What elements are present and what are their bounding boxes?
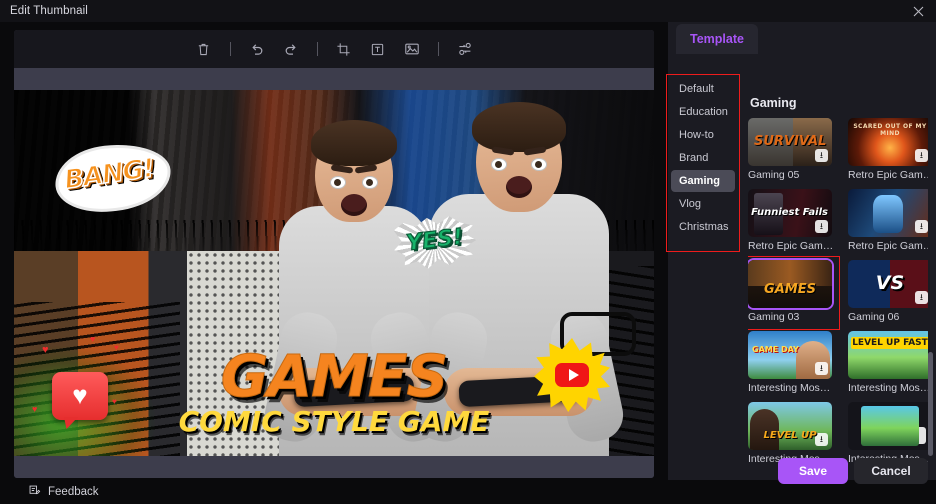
download-icon[interactable]: ⭳ xyxy=(815,433,828,446)
template-thumbnail: ⭳ xyxy=(748,402,832,450)
redo-tool[interactable] xyxy=(274,35,308,63)
template-card[interactable]: ⭳ Retro Epic Games... xyxy=(848,189,928,252)
feedback-button[interactable]: Feedback xyxy=(28,482,99,502)
toolbar-divider xyxy=(316,42,318,56)
template-card[interactable]: ⭳ Gaming 05 xyxy=(748,118,836,181)
download-icon[interactable]: ⭳ xyxy=(915,291,928,304)
editor-area: BANG! YES! ♥ ♥ ♥ ♥ ♥ ♥ GAMES COMIC STYLE… xyxy=(0,22,660,480)
toolbar-divider xyxy=(229,42,231,56)
crop-tool[interactable] xyxy=(327,35,361,63)
template-label: Interesting Mosai... xyxy=(848,382,928,394)
template-label: Gaming 03 xyxy=(748,311,800,323)
template-card[interactable]: ⭳ Interesting Mosai... xyxy=(748,402,836,465)
artboard-top-strip xyxy=(14,68,654,90)
delete-tool[interactable] xyxy=(187,35,221,63)
canvas-container: BANG! YES! ♥ ♥ ♥ ♥ ♥ ♥ GAMES COMIC STYLE… xyxy=(14,30,654,478)
template-grid: ⭳ Gaming 05 ⭳ Retro Epic Games... ⭳ Retr… xyxy=(748,118,928,465)
template-label: Retro Epic Games... xyxy=(748,240,836,252)
template-card[interactable]: ⭳ Retro Epic Games... xyxy=(748,189,836,252)
template-label: Retro Epic Games... xyxy=(848,240,928,252)
template-thumbnail: ⭳ xyxy=(748,189,832,237)
download-icon[interactable]: ⭳ xyxy=(815,220,828,233)
category-item-education[interactable]: Education xyxy=(671,101,735,123)
template-thumbnail: ⭳ xyxy=(848,189,928,237)
download-icon[interactable]: ⭳ xyxy=(815,362,828,375)
feedback-label: Feedback xyxy=(48,486,99,498)
template-card-selected[interactable]: Gaming 03 xyxy=(748,256,840,330)
template-scrollbar[interactable] xyxy=(928,352,933,456)
template-thumbnail xyxy=(748,260,832,308)
category-list: Default Education How-to Brand Gaming Vl… xyxy=(666,74,740,252)
feedback-icon xyxy=(28,484,41,500)
title-bar: Edit Thumbnail xyxy=(0,0,936,22)
template-thumbnail: ⭳ xyxy=(848,118,928,166)
save-button[interactable]: Save xyxy=(778,458,848,484)
artboard-bottom-strip xyxy=(14,456,654,478)
editor-toolbar xyxy=(14,30,654,68)
template-card[interactable]: ⭳ Interesting Mosai... xyxy=(848,402,928,465)
template-label: Gaming 05 xyxy=(748,169,800,181)
tab-template[interactable]: Template xyxy=(676,24,758,54)
template-thumbnail: ⭳ xyxy=(848,260,928,308)
thumbnail-image: BANG! YES! ♥ ♥ ♥ ♥ ♥ ♥ GAMES COMIC STYLE… xyxy=(14,90,654,456)
category-item-christmas[interactable]: Christmas xyxy=(671,216,735,238)
category-item-gaming[interactable]: Gaming xyxy=(671,170,735,192)
template-card[interactable]: Interesting Mosai... xyxy=(848,331,928,394)
category-item-vlog[interactable]: Vlog xyxy=(671,193,735,215)
template-thumbnail: ⭳ xyxy=(748,331,832,379)
template-thumbnail xyxy=(848,331,928,379)
download-icon[interactable]: ⭳ xyxy=(815,149,828,162)
template-card[interactable]: ⭳ Retro Epic Games... xyxy=(848,118,928,181)
template-card[interactable]: ⭳ Interesting Mosai... xyxy=(748,331,836,394)
sticker-yes[interactable]: YES! xyxy=(389,211,481,275)
panel-tab-bar: Template xyxy=(668,22,936,56)
category-item-how-to[interactable]: How-to xyxy=(671,124,735,146)
close-icon[interactable] xyxy=(908,2,928,20)
subline-text[interactable]: COMIC STYLE GAME xyxy=(14,405,654,438)
headline-text[interactable]: GAMES xyxy=(14,346,654,405)
heart-icon: ♥ xyxy=(90,334,96,344)
sticker-bang[interactable]: BANG! xyxy=(55,142,171,214)
toolbar-divider xyxy=(437,42,439,56)
replace-media-icon[interactable] xyxy=(448,35,482,63)
image-tool[interactable] xyxy=(395,35,429,63)
template-label: Retro Epic Games... xyxy=(848,169,928,181)
template-thumbnail: ⭳ xyxy=(748,118,832,166)
template-grid-area: Gaming ⭳ Gaming 05 ⭳ Retro Epic Games...… xyxy=(748,74,928,480)
undo-tool[interactable] xyxy=(240,35,274,63)
thumbnail-artboard[interactable]: BANG! YES! ♥ ♥ ♥ ♥ ♥ ♥ GAMES COMIC STYLE… xyxy=(14,68,654,478)
window-title: Edit Thumbnail xyxy=(10,5,88,17)
download-icon[interactable]: ⭳ xyxy=(915,149,928,162)
category-item-brand[interactable]: Brand xyxy=(671,147,735,169)
template-label: Interesting Mosai... xyxy=(748,382,836,394)
text-tool[interactable] xyxy=(361,35,395,63)
download-icon[interactable]: ⭳ xyxy=(909,427,926,444)
template-section-title: Gaming xyxy=(750,96,797,110)
template-label: Gaming 06 xyxy=(848,311,900,323)
template-thumbnail: ⭳ xyxy=(848,402,928,450)
cancel-button[interactable]: Cancel xyxy=(854,458,928,484)
download-icon[interactable]: ⭳ xyxy=(915,220,928,233)
footer-bar: Feedback Save Cancel xyxy=(0,458,936,504)
template-card[interactable]: ⭳ Gaming 06 xyxy=(848,260,928,323)
category-item-default[interactable]: Default xyxy=(671,78,735,100)
